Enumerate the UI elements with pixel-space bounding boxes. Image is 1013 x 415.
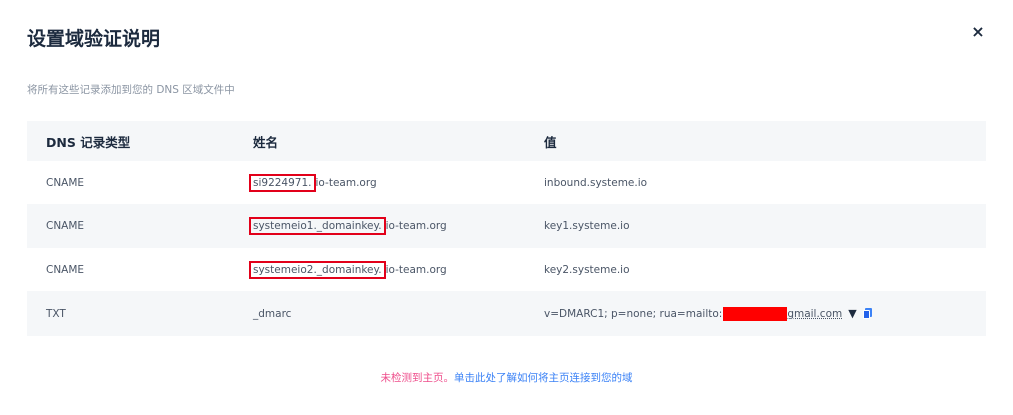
copy-icon[interactable] [862, 308, 872, 319]
table-row: TXT _dmarc v=DMARC1; p=none; rua=mailto:… [27, 291, 986, 336]
record-value: v=DMARC1; p=none; rua=mailto: gmail.com ▼ [544, 291, 872, 336]
close-icon[interactable]: × [968, 22, 988, 42]
highlighted-name-prefix: si9224971. [249, 173, 316, 192]
record-type: TXT [46, 307, 66, 320]
highlighted-name-prefix: systemeio1._domainkey. [249, 217, 386, 235]
dialog-title: 设置域验证说明 [27, 28, 161, 50]
record-type: CNAME [46, 176, 85, 189]
table-row: CNAME systemeio2._domainkey. io-team.org … [27, 248, 986, 291]
record-type: CNAME [46, 263, 85, 276]
record-name: systemeio1._domainkey. io-team.org [249, 204, 447, 248]
record-value: inbound.systeme.io [544, 176, 648, 189]
homepage-warning: 未检测到主页。 [380, 372, 455, 384]
header-name: 姓名 [253, 134, 279, 150]
name-suffix: io-team.org [385, 263, 447, 276]
record-name: _dmarc [253, 307, 292, 320]
name-suffix: io-team.org [315, 176, 377, 189]
highlighted-name-prefix: systemeio2._domainkey. [249, 260, 386, 279]
redacted-email [723, 306, 788, 321]
name-suffix: io-team.org [385, 220, 447, 232]
help-link[interactable]: 单击此处了解如何将主页连接到您的域 [454, 372, 633, 384]
table-row: CNAME systemeio1._domainkey. io-team.org … [27, 204, 986, 248]
chevron-down-icon[interactable]: ▼ [848, 307, 856, 320]
value-suffix: gmail.com [787, 307, 843, 320]
dns-records-table: DNS 记录类型 姓名 值 CNAME si9224971. io-team.or… [27, 121, 986, 336]
record-type: CNAME [46, 220, 85, 232]
footer-message: 未检测到主页。单击此处了解如何将主页连接到您的域 [0, 370, 1013, 385]
record-value: key2.systeme.io [544, 263, 630, 276]
record-name: systemeio2._domainkey. io-team.org [249, 248, 447, 291]
header-record-type: DNS 记录类型 [46, 134, 131, 150]
value-prefix: v=DMARC1; p=none; rua=mailto: [544, 307, 723, 320]
record-name: si9224971. io-team.org [249, 161, 377, 204]
dialog-subtitle: 将所有这些记录添加到您的 DNS 区域文件中 [27, 84, 235, 96]
table-header-row: DNS 记录类型 姓名 值 [27, 121, 986, 161]
record-value: key1.systeme.io [544, 220, 630, 232]
table-row: CNAME si9224971. io-team.org inbound.syst… [27, 161, 986, 204]
header-value: 值 [544, 134, 557, 150]
